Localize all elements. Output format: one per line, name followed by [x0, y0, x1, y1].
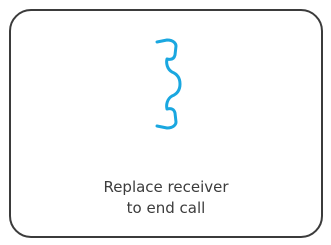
instruction-line-2: to end call — [126, 199, 206, 217]
instruction-line-1: Replace receiver — [103, 178, 229, 196]
instruction-text: Replace receiver to end call — [11, 177, 321, 219]
phone-receiver-icon — [150, 36, 190, 131]
call-end-panel: Replace receiver to end call — [9, 9, 323, 238]
